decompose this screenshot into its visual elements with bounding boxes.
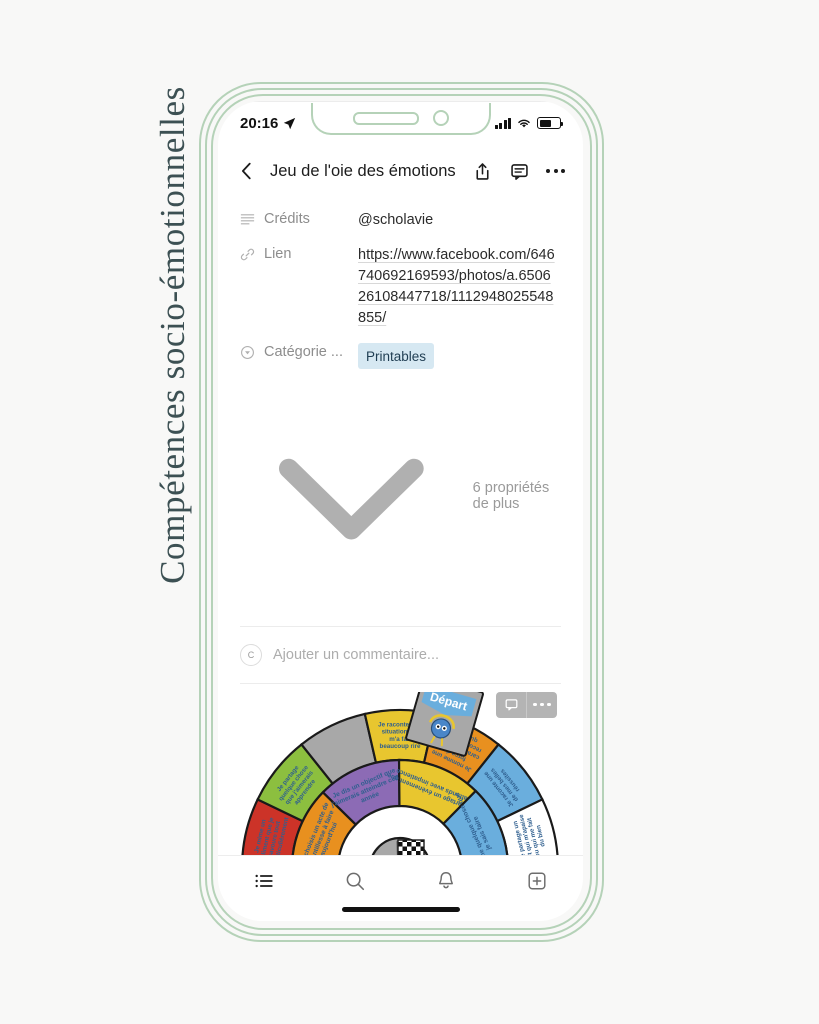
status-badge[interactable]: Printables — [358, 343, 435, 369]
property-row-credits[interactable]: Crédits @scholavie — [240, 210, 561, 231]
property-label: Lien — [264, 246, 292, 262]
avatar: C — [240, 643, 262, 666]
more-properties-toggle[interactable]: 6 propriétés de plus — [240, 383, 561, 608]
comment-bubble-icon[interactable] — [509, 161, 530, 182]
more-horizontal-icon[interactable] — [546, 169, 565, 173]
property-key: Lien — [240, 245, 358, 262]
search-icon — [346, 872, 364, 890]
comment-bubble-icon — [505, 699, 517, 711]
comment-divider — [240, 682, 561, 684]
front-camera-icon — [432, 110, 449, 126]
status-bar-time: 20:16 — [240, 114, 279, 132]
add-comment-placeholder[interactable]: Ajouter un commentaire... — [273, 647, 439, 663]
share-icon[interactable] — [472, 161, 493, 182]
property-value-category: Printables — [358, 343, 435, 369]
tab-notifications[interactable] — [432, 867, 460, 895]
property-key: Catégorie ... — [240, 343, 358, 360]
cellular-signal-icon — [494, 117, 511, 129]
text-lines-icon — [240, 213, 255, 224]
nav-actions — [472, 161, 565, 182]
phone-mockup: 20:16 Jeu de l'oie des émotions Crédits … — [199, 82, 604, 942]
attached-image-block: Je mime un aliment que je savoure tout part… — [218, 674, 583, 855]
status-bar-right — [494, 117, 563, 129]
more-properties-label: 6 propriétés de plus — [472, 480, 550, 513]
tab-list[interactable] — [250, 867, 278, 895]
page-caption: Compétences socio-émotionnelles — [153, 86, 192, 584]
phone-screen: 20:16 Jeu de l'oie des émotions Crédits … — [218, 101, 583, 921]
status-bar-left: 20:16 — [240, 115, 296, 132]
property-row-category[interactable]: Catégorie ... Printables — [240, 343, 561, 369]
property-key: Crédits — [240, 210, 358, 227]
add-comment-row[interactable]: C Ajouter un commentaire... — [218, 627, 583, 683]
image-comment-button[interactable] — [496, 692, 526, 718]
plus-square-icon — [528, 871, 546, 890]
chevron-down-icon — [278, 458, 424, 540]
properties-list: Crédits @scholavie Lien https://www.face… — [218, 196, 583, 612]
select-circle-icon — [241, 345, 254, 359]
more-horizontal-icon — [533, 702, 551, 707]
property-label: Crédits — [264, 211, 310, 227]
link-icon — [240, 248, 255, 260]
phone-notch — [310, 103, 491, 135]
earpiece-speaker-icon — [352, 111, 419, 125]
property-label: Catégorie ... — [264, 344, 343, 360]
image-hover-toolbar — [496, 691, 557, 718]
list-icon — [255, 874, 273, 887]
tab-create[interactable] — [523, 867, 551, 895]
tab-search[interactable] — [341, 867, 369, 895]
checkered-flag-icon — [396, 838, 425, 855]
property-value-link[interactable]: https://www.facebook.com/646740692169593… — [358, 245, 558, 329]
location-arrow-icon — [284, 117, 296, 129]
back-button[interactable] — [236, 160, 258, 182]
image-more-button[interactable] — [526, 691, 557, 718]
svg-text:beaucoup rire: beaucoup rire — [380, 743, 421, 750]
property-row-link[interactable]: Lien https://www.facebook.com/6467406921… — [240, 245, 561, 329]
battery-icon — [537, 117, 563, 129]
page-title: Jeu de l'oie des émotions — [270, 161, 456, 180]
wifi-icon — [518, 119, 530, 128]
bell-icon — [439, 871, 454, 888]
home-indicator — [341, 907, 460, 912]
app-navigation-bar: Jeu de l'oie des émotions — [218, 147, 583, 195]
page-content: Crédits @scholavie Lien https://www.face… — [218, 196, 583, 855]
property-value-credits[interactable]: @scholavie — [358, 210, 433, 231]
